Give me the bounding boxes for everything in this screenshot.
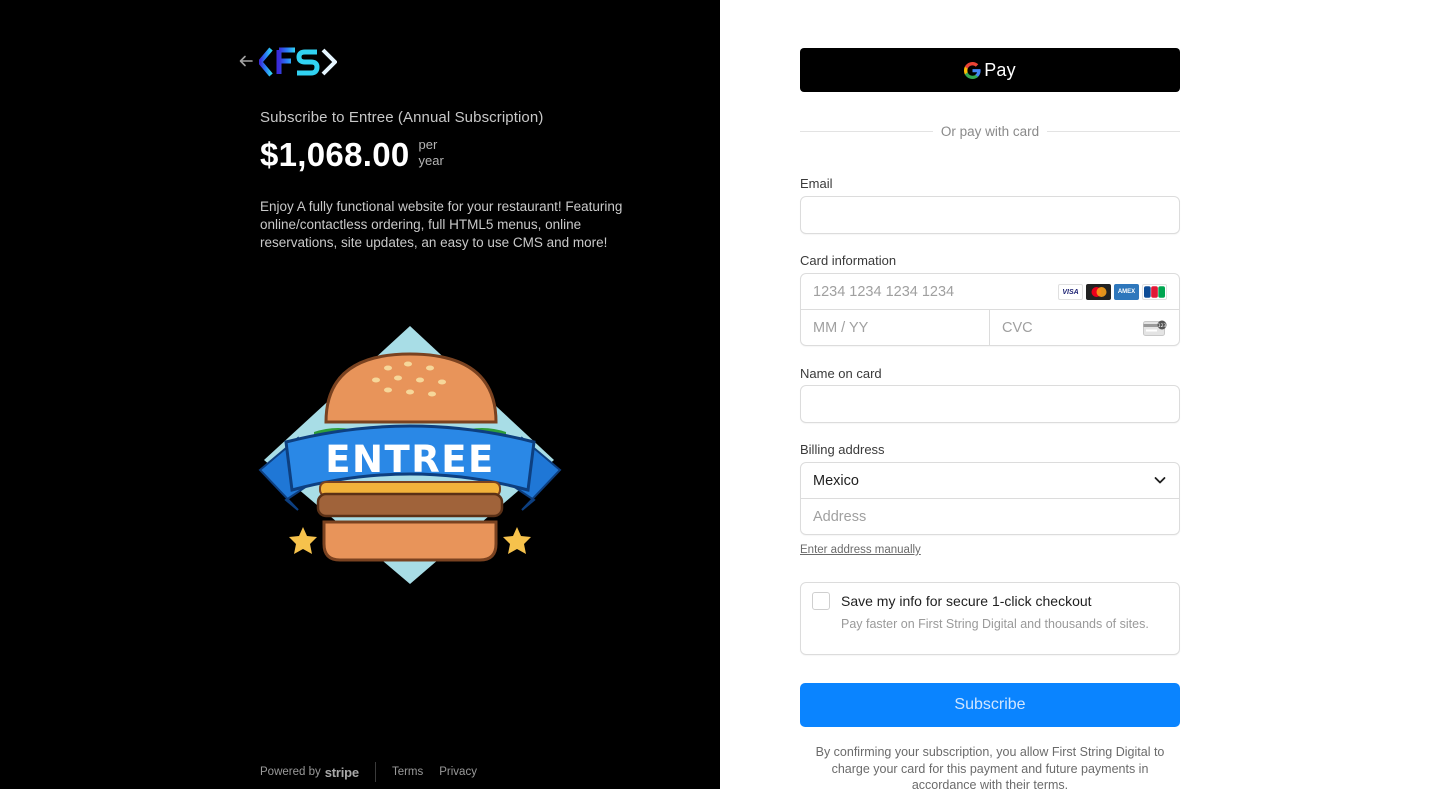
save-info-title: Save my info for secure 1-click checkout <box>841 593 1092 609</box>
google-pay-button[interactable]: Pay <box>800 48 1180 92</box>
email-label: Email <box>800 176 833 191</box>
country-select[interactable]: Mexico <box>801 463 1179 499</box>
cvc-field[interactable]: CVC 123 <box>990 310 1179 345</box>
back-arrow-icon[interactable] <box>238 53 256 71</box>
subscription-legal-text: By confirming your subscription, you all… <box>815 745 1165 789</box>
save-info-checkbox[interactable] <box>812 592 830 610</box>
card-number-placeholder: 1234 1234 1234 1234 <box>813 283 955 300</box>
card-number-field[interactable]: 1234 1234 1234 1234 VISA AMEX <box>801 274 1179 310</box>
stripe-footer: Powered by stripe Terms Privacy <box>260 762 493 782</box>
or-pay-with-card-text: Or pay with card <box>940 124 1040 139</box>
expiry-field[interactable]: MM / YY <box>801 310 990 345</box>
email-field[interactable] <box>800 196 1180 234</box>
stripe-logo: stripe <box>324 764 359 780</box>
terms-link[interactable]: Terms <box>392 766 423 778</box>
mastercard-icon <box>1086 284 1111 300</box>
save-info-box: Save my info for secure 1-click checkout… <box>800 582 1180 655</box>
country-selected-value: Mexico <box>813 472 859 489</box>
cvc-card-icon: 123 <box>1143 320 1167 336</box>
name-on-card-label: Name on card <box>800 366 882 381</box>
powered-by-label: Powered by <box>260 766 321 778</box>
card-brand-icons: VISA AMEX <box>1058 284 1167 300</box>
card-information-group: 1234 1234 1234 1234 VISA AMEX MM / YY CV… <box>800 273 1180 346</box>
chevron-down-icon <box>1154 477 1166 484</box>
payment-form-panel: Pay Or pay with card Email Card informat… <box>720 0 1440 789</box>
or-divider: Or pay with card <box>800 124 1181 139</box>
name-on-card-field[interactable] <box>800 385 1180 423</box>
period-line-1: per <box>418 137 438 152</box>
address-field[interactable]: Address <box>801 499 1179 534</box>
svg-text:123: 123 <box>1158 323 1167 329</box>
price-amount: $1,068.00 <box>260 136 410 173</box>
first-string-logo[interactable] <box>257 46 337 78</box>
billing-address-label: Billing address <box>800 442 885 457</box>
jcb-icon <box>1142 284 1167 300</box>
card-information-label: Card information <box>800 253 897 268</box>
visa-icon: VISA <box>1058 284 1083 300</box>
divider-line-left <box>800 131 933 132</box>
save-info-subtitle: Pay faster on First String Digital and t… <box>841 617 1149 631</box>
price-row: $1,068.00 per year <box>260 135 459 175</box>
enter-address-manually-link[interactable]: Enter address manually <box>800 544 921 556</box>
cvc-placeholder: CVC <box>1002 319 1033 336</box>
entree-burger-logo: ENTREE <box>258 322 562 588</box>
footer-divider <box>374 762 376 782</box>
expiry-placeholder: MM / YY <box>813 319 869 336</box>
address-placeholder: Address <box>813 508 867 525</box>
period-line-2: year <box>418 153 444 168</box>
google-pay-label: Pay <box>984 59 1016 80</box>
google-g-icon <box>964 61 981 79</box>
privacy-link[interactable]: Privacy <box>439 766 477 778</box>
hero-text: ENTREE <box>325 438 495 481</box>
product-summary-panel: Subscribe to Entree (Annual Subscription… <box>0 0 720 789</box>
product-name: Subscribe to Entree (Annual Subscription… <box>260 109 544 126</box>
divider-line-right <box>1047 131 1181 132</box>
billing-period: per year <box>419 137 459 169</box>
powered-by-stripe[interactable]: Powered by stripe <box>260 765 359 780</box>
billing-address-group: Mexico Address <box>800 462 1180 535</box>
product-description: Enjoy A fully functional website for you… <box>260 199 623 250</box>
amex-icon: AMEX <box>1114 284 1139 300</box>
subscribe-button[interactable]: Subscribe <box>800 683 1180 727</box>
